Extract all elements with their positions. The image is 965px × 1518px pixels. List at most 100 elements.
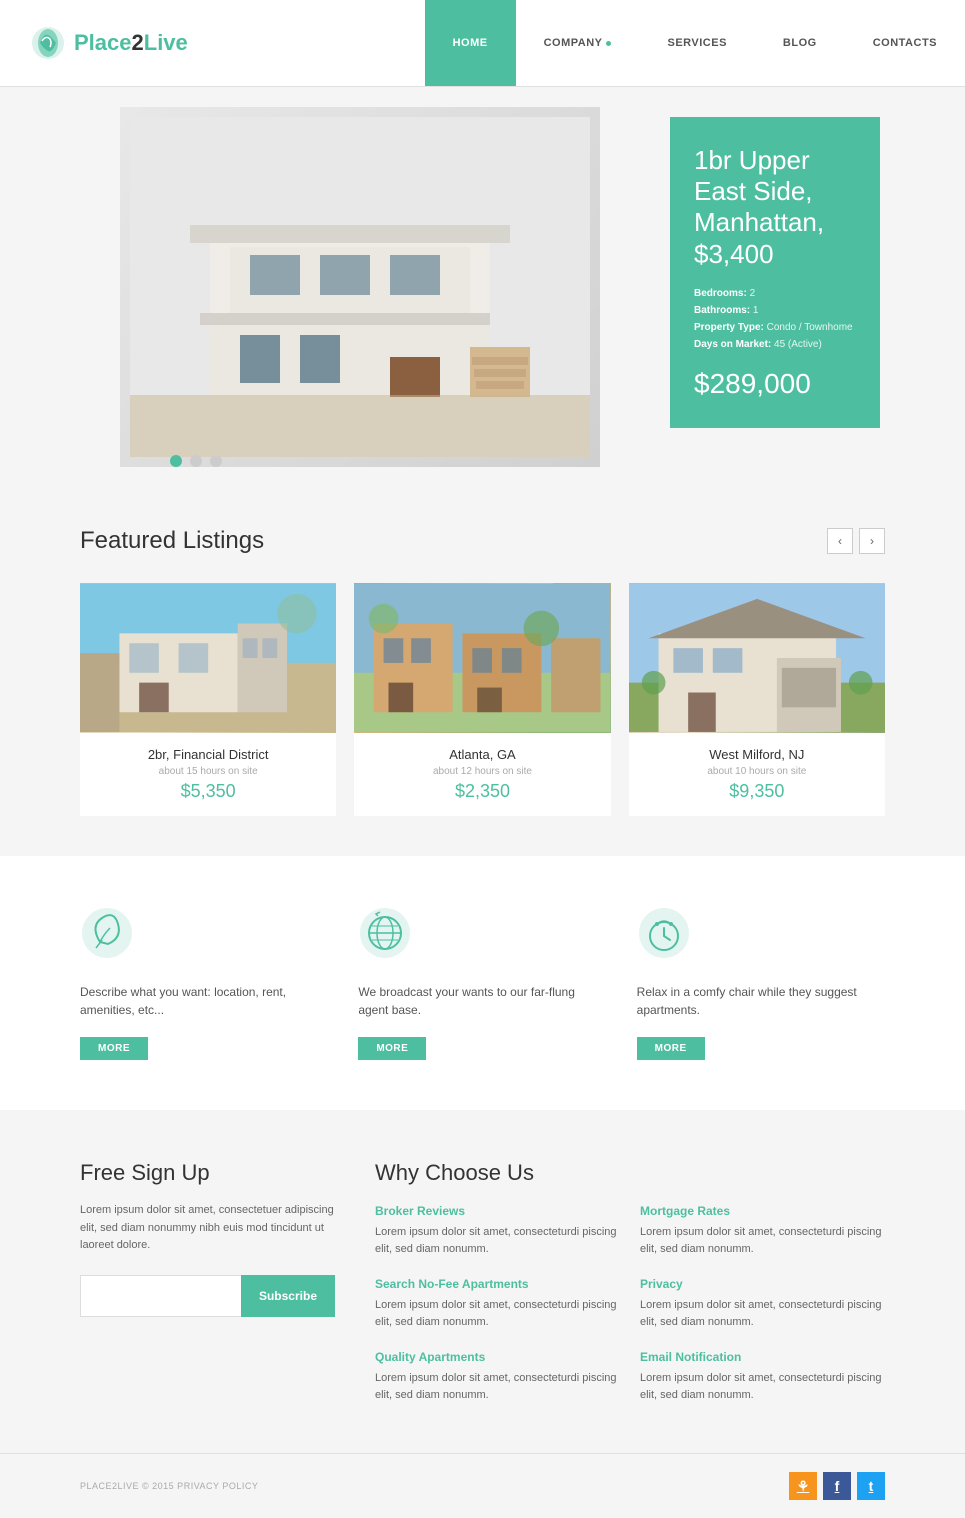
why-grid: Broker Reviews Lorem ipsum dolor sit ame… xyxy=(375,1204,885,1403)
listing-price-2: $2,350 xyxy=(370,781,594,802)
hero-section: 1br Upper East Side, Manhattan, $3,400 B… xyxy=(0,87,965,487)
listing-card[interactable]: Atlanta, GA about 12 hours on site $2,35… xyxy=(354,583,610,816)
facebook-icon[interactable]: f xyxy=(823,1472,851,1500)
listing-image-1 xyxy=(80,583,336,733)
why-item-4: Quality Apartments Lorem ipsum dolor sit… xyxy=(375,1350,620,1403)
leaf-icon xyxy=(80,906,134,960)
footer: PLACE2LIVE © 2015 PRIVACY POLICY ⚘ f t xyxy=(0,1453,965,1518)
main-nav: Home Company Services Blog Contacts xyxy=(425,0,965,86)
why-desc-3: Lorem ipsum dolor sit amet, consecteturd… xyxy=(640,1297,885,1330)
signup-text: Lorem ipsum dolor sit amet, consectetuer… xyxy=(80,1202,335,1255)
logo-area: Place2Live xyxy=(0,0,218,86)
bottom-grid: Free Sign Up Lorem ipsum dolor sit amet,… xyxy=(80,1160,885,1403)
subscribe-button[interactable]: Subscribe xyxy=(241,1275,335,1317)
logo-part1: Place xyxy=(74,30,132,55)
hero-dot-1[interactable] xyxy=(170,455,182,467)
why-desc-1: Lorem ipsum dolor sit amet, consecteturd… xyxy=(640,1224,885,1257)
why-item-0: Broker Reviews Lorem ipsum dolor sit ame… xyxy=(375,1204,620,1257)
why-item-1: Mortgage Rates Lorem ipsum dolor sit ame… xyxy=(640,1204,885,1257)
logo-part2: 2 xyxy=(132,30,144,55)
listing-body-2: Atlanta, GA about 12 hours on site $2,35… xyxy=(354,733,610,816)
next-arrow[interactable]: › xyxy=(859,528,885,554)
hero-building-image xyxy=(120,107,600,467)
logo-part3: Live xyxy=(144,30,188,55)
listing-card[interactable]: West Milford, NJ about 10 hours on site … xyxy=(629,583,885,816)
feature-btn-3[interactable]: More xyxy=(637,1037,705,1060)
featured-listings-section: Featured Listings ‹ › xyxy=(0,487,965,856)
twitter-icon[interactable]: t xyxy=(857,1472,885,1500)
nav-blog[interactable]: Blog xyxy=(755,0,845,86)
logo-icon xyxy=(30,25,66,61)
nav-dropdown-indicator xyxy=(606,41,611,46)
globe-icon xyxy=(358,906,412,960)
hero-bedrooms: Bedrooms: 2 xyxy=(694,288,856,299)
carousel-arrows: ‹ › xyxy=(827,528,885,554)
feature-item-1: Describe what you want: location, rent, … xyxy=(80,906,328,1060)
listings-grid: 2br, Financial District about 15 hours o… xyxy=(80,583,885,816)
listing-name-2: Atlanta, GA xyxy=(370,747,594,762)
hero-price: $289,000 xyxy=(694,368,856,400)
bottom-section: Free Sign Up Lorem ipsum dolor sit amet,… xyxy=(0,1110,965,1453)
feature-item-2: We broadcast your wants to our far-flung… xyxy=(358,906,606,1060)
hero-dot-2[interactable] xyxy=(190,455,202,467)
section-header: Featured Listings ‹ › xyxy=(80,527,885,555)
why-title: Why Choose Us xyxy=(375,1160,885,1186)
why-item-3: Privacy Lorem ipsum dolor sit amet, cons… xyxy=(640,1277,885,1330)
hero-bathrooms: Bathrooms: 1 xyxy=(694,305,856,316)
rss-icon[interactable]: ⚘ xyxy=(789,1472,817,1500)
social-icons: ⚘ f t xyxy=(789,1472,885,1500)
why-desc-4: Lorem ipsum dolor sit amet, consecteturd… xyxy=(375,1370,620,1403)
hero-carousel-dots xyxy=(170,455,222,467)
prev-arrow[interactable]: ‹ xyxy=(827,528,853,554)
why-area: Why Choose Us Broker Reviews Lorem ipsum… xyxy=(375,1160,885,1403)
feature-text-1: Describe what you want: location, rent, … xyxy=(80,983,328,1019)
nav-contacts[interactable]: Contacts xyxy=(845,0,965,86)
logo-text: Place2Live xyxy=(74,30,188,56)
feature-btn-1[interactable]: More xyxy=(80,1037,148,1060)
listing-name-3: West Milford, NJ xyxy=(645,747,869,762)
why-desc-5: Lorem ipsum dolor sit amet, consecteturd… xyxy=(640,1370,885,1403)
signup-form: Subscribe xyxy=(80,1275,335,1317)
why-item-2: Search No-Fee Apartments Lorem ipsum dol… xyxy=(375,1277,620,1330)
featured-title: Featured Listings xyxy=(80,527,264,555)
nav-services[interactable]: Services xyxy=(639,0,754,86)
feature-text-3: Relax in a comfy chair while they sugges… xyxy=(637,983,885,1019)
hero-property-type: Property Type: Condo / Townhome xyxy=(694,322,856,333)
why-link-1[interactable]: Mortgage Rates xyxy=(640,1204,885,1218)
feature-item-3: Relax in a comfy chair while they sugges… xyxy=(637,906,885,1060)
hero-days-on-market: Days on Market: 45 (Active) xyxy=(694,339,856,350)
listing-image-2 xyxy=(354,583,610,733)
feature-btn-2[interactable]: More xyxy=(358,1037,426,1060)
listing-time-3: about 10 hours on site xyxy=(645,766,869,777)
why-desc-2: Lorem ipsum dolor sit amet, consecteturd… xyxy=(375,1297,620,1330)
hero-dot-3[interactable] xyxy=(210,455,222,467)
header: Place2Live Home Company Services Blog Co… xyxy=(0,0,965,87)
why-link-5[interactable]: Email Notification xyxy=(640,1350,885,1364)
why-desc-0: Lorem ipsum dolor sit amet, consecteturd… xyxy=(375,1224,620,1257)
listing-time-2: about 12 hours on site xyxy=(370,766,594,777)
why-link-2[interactable]: Search No-Fee Apartments xyxy=(375,1277,620,1291)
features-section: Describe what you want: location, rent, … xyxy=(0,856,965,1110)
footer-copyright: PLACE2LIVE © 2015 PRIVACY POLICY xyxy=(80,1481,258,1491)
hero-property-title: 1br Upper East Side, Manhattan, $3,400 xyxy=(694,145,856,270)
features-grid: Describe what you want: location, rent, … xyxy=(80,906,885,1060)
signup-title: Free Sign Up xyxy=(80,1160,335,1186)
listing-price-3: $9,350 xyxy=(645,781,869,802)
nav-home[interactable]: Home xyxy=(425,0,516,86)
listing-price-1: $5,350 xyxy=(96,781,320,802)
hero-info-box: 1br Upper East Side, Manhattan, $3,400 B… xyxy=(670,117,880,428)
signup-area: Free Sign Up Lorem ipsum dolor sit amet,… xyxy=(80,1160,335,1403)
nav-company[interactable]: Company xyxy=(516,0,640,86)
listing-body-3: West Milford, NJ about 10 hours on site … xyxy=(629,733,885,816)
listing-time-1: about 15 hours on site xyxy=(96,766,320,777)
why-link-3[interactable]: Privacy xyxy=(640,1277,885,1291)
why-link-4[interactable]: Quality Apartments xyxy=(375,1350,620,1364)
listing-image-3 xyxy=(629,583,885,733)
listing-card[interactable]: 2br, Financial District about 15 hours o… xyxy=(80,583,336,816)
listing-name-1: 2br, Financial District xyxy=(96,747,320,762)
why-link-0[interactable]: Broker Reviews xyxy=(375,1204,620,1218)
listing-body-1: 2br, Financial District about 15 hours o… xyxy=(80,733,336,816)
why-item-5: Email Notification Lorem ipsum dolor sit… xyxy=(640,1350,885,1403)
feature-text-2: We broadcast your wants to our far-flung… xyxy=(358,983,606,1019)
clock-icon xyxy=(637,906,691,960)
